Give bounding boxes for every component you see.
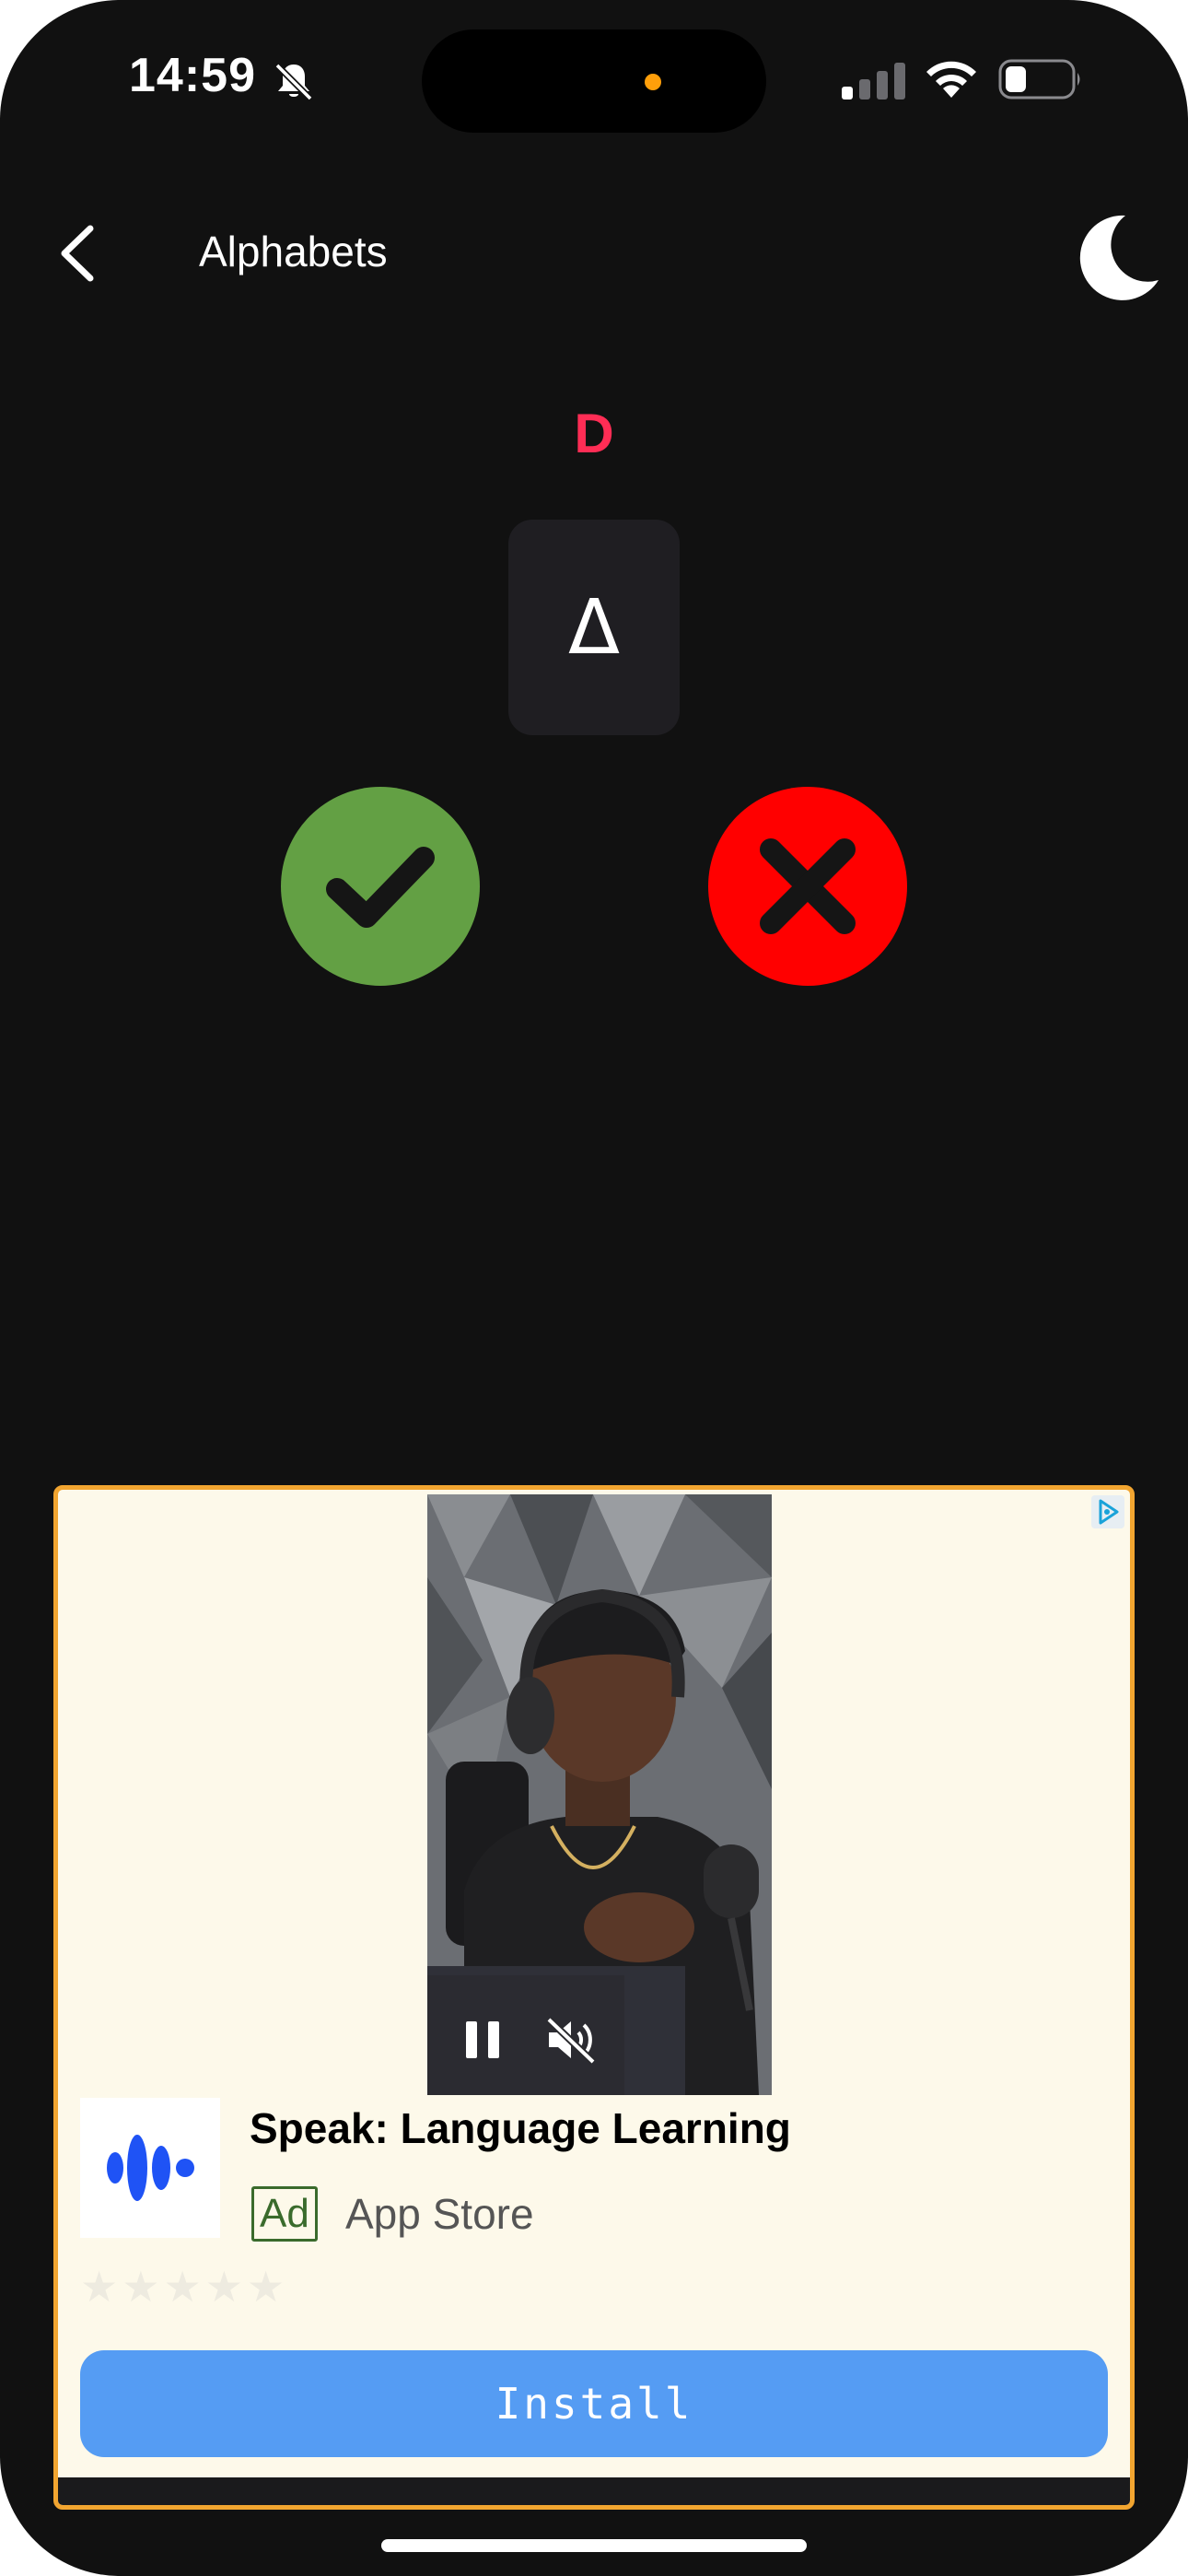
rating-stars: ★★★★★ — [80, 2262, 289, 2312]
x-icon — [760, 838, 856, 934]
wifi-icon — [926, 61, 976, 98]
dynamic-island — [422, 29, 766, 133]
signal-icon — [842, 63, 905, 100]
checkmark-icon — [326, 847, 435, 928]
ad-banner[interactable]: Speak: Language Learning Ad App Store ★★… — [53, 1485, 1135, 2510]
privacy-indicator-dot — [645, 74, 661, 90]
page-title: Alphabets — [199, 228, 388, 275]
bell-slash-icon — [274, 63, 313, 101]
ad-store-name: App Store — [345, 2190, 534, 2238]
chevron-left-icon[interactable] — [53, 221, 105, 286]
ad-badge: Ad — [251, 2186, 318, 2242]
ad-bottom-strip — [58, 2477, 1130, 2505]
ad-video[interactable] — [427, 1494, 772, 2095]
battery-icon — [998, 59, 1080, 100]
pause-icon[interactable] — [462, 2018, 503, 2062]
symbol-card: Δ — [508, 520, 680, 735]
speak-app-icon[interactable] — [80, 2098, 220, 2238]
moon-icon[interactable] — [1077, 212, 1160, 300]
wrong-button[interactable] — [708, 787, 907, 986]
video-controls — [427, 1975, 624, 2095]
ad-app-name[interactable]: Speak: Language Learning — [250, 2103, 791, 2153]
status-time: 14:59 — [129, 49, 256, 102]
adchoices-icon[interactable] — [1091, 1495, 1124, 1528]
phone-screen: 14:59 Alphabets D Δ Speak: Language Lear… — [0, 0, 1188, 2576]
muted-speaker-icon[interactable] — [543, 2014, 599, 2066]
install-button[interactable]: Install — [80, 2350, 1108, 2457]
greek-symbol: Δ — [567, 583, 621, 672]
quiz-letter: D — [574, 403, 614, 464]
correct-button[interactable] — [281, 787, 480, 986]
home-indicator[interactable] — [381, 2539, 807, 2552]
